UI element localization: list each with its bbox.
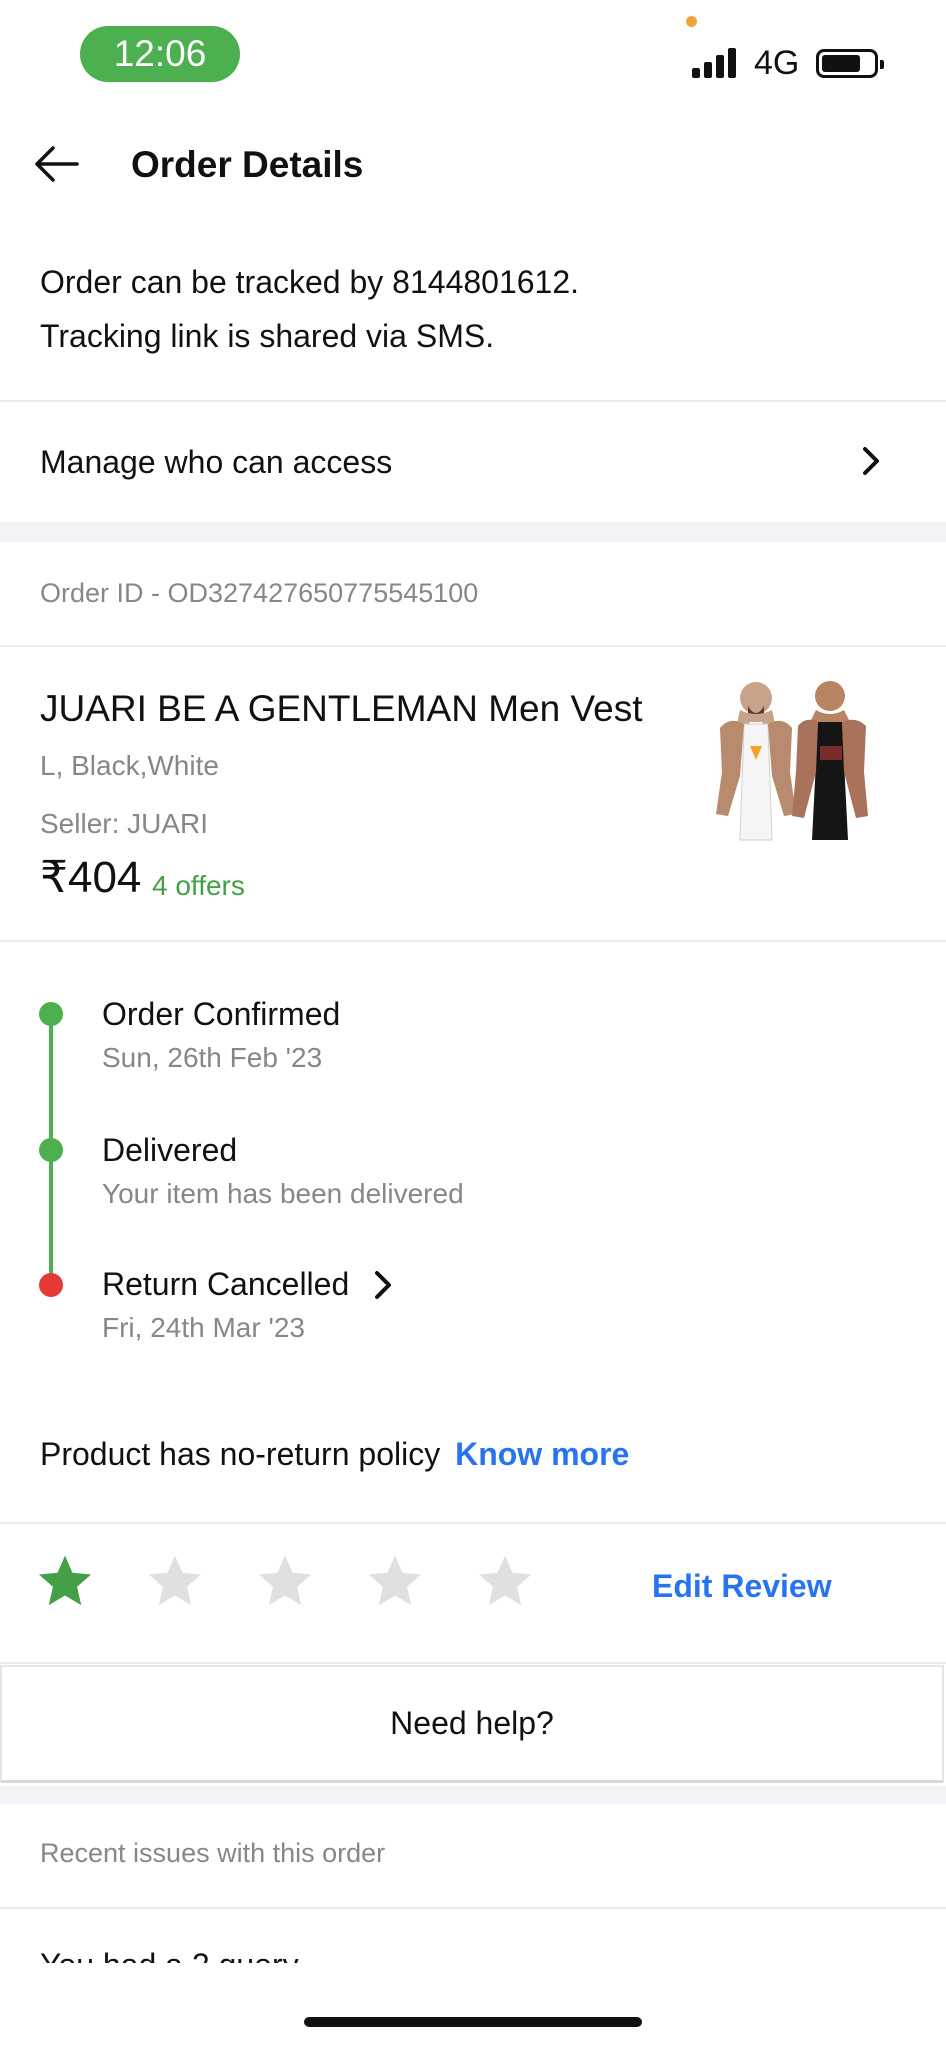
manage-access-row[interactable]: Manage who can access bbox=[0, 402, 946, 522]
product-image[interactable] bbox=[706, 676, 894, 844]
timeline-dot-delivered bbox=[39, 1138, 63, 1162]
timeline-title-return-cancelled: Return Cancelled bbox=[102, 1266, 350, 1302]
page-title: Order Details bbox=[131, 144, 364, 185]
tracking-line-1: Order can be tracked by 8144801612. bbox=[40, 264, 580, 300]
offers-link[interactable]: 4 offers bbox=[152, 870, 245, 902]
need-help-label: Need help? bbox=[390, 1705, 554, 1741]
app-header: Order Details bbox=[0, 120, 946, 215]
timeline-title-delivered: Delivered bbox=[102, 1132, 238, 1168]
star-icon[interactable] bbox=[256, 1552, 314, 1610]
know-more-link[interactable]: Know more bbox=[455, 1436, 629, 1472]
divider bbox=[0, 940, 946, 942]
network-type-label: 4G bbox=[754, 44, 800, 82]
product-name: JUARI BE A GENTLEMAN Men Vest bbox=[40, 688, 643, 729]
recent-issues-title: Recent issues with this order bbox=[40, 1838, 386, 1868]
timeline-dot-return-cancelled bbox=[39, 1273, 63, 1297]
divider bbox=[0, 1907, 946, 1909]
return-policy-text: Product has no-return policy bbox=[40, 1436, 441, 1472]
product-variant: L, Black,White bbox=[40, 750, 219, 781]
divider bbox=[0, 645, 946, 647]
recent-issue-item[interactable]: You had a 2 query with bbox=[40, 1945, 360, 1963]
status-time: 12:06 bbox=[80, 26, 240, 82]
tracking-info: Order can be tracked by 8144801612. Trac… bbox=[40, 255, 920, 363]
manage-access-label: Manage who can access bbox=[40, 443, 393, 480]
product-seller: Seller: JUARI bbox=[40, 808, 209, 839]
timeline-dot-confirmed bbox=[39, 1002, 63, 1026]
star-icon[interactable] bbox=[146, 1552, 204, 1610]
arrow-left-icon bbox=[35, 146, 79, 182]
section-separator bbox=[0, 522, 946, 542]
chevron-right-icon bbox=[863, 447, 879, 475]
product-price: ₹404 bbox=[40, 853, 142, 902]
privacy-indicator-dot bbox=[686, 16, 697, 27]
order-id: Order ID - OD327427650775545100 bbox=[40, 578, 479, 608]
battery-icon bbox=[816, 49, 884, 78]
timeline-title-confirmed: Order Confirmed bbox=[102, 996, 341, 1032]
cellular-signal-icon bbox=[692, 48, 740, 78]
tracking-line-2: Tracking link is shared via SMS. bbox=[40, 318, 495, 354]
recent-issue-text: You had a 2 query with bbox=[40, 1945, 360, 1963]
status-bar: 12:06 4G bbox=[0, 0, 946, 110]
section-separator bbox=[0, 1786, 946, 1804]
timeline-subtitle-delivered: Your item has been delivered bbox=[102, 1178, 464, 1209]
timeline-subtitle-return-cancelled: Fri, 24th Mar '23 bbox=[102, 1312, 305, 1343]
edit-review-button[interactable]: Edit Review bbox=[652, 1568, 832, 1605]
timeline-subtitle-confirmed: Sun, 26th Feb '23 bbox=[102, 1042, 323, 1073]
star-icon[interactable] bbox=[476, 1552, 534, 1610]
star-icon[interactable] bbox=[36, 1552, 94, 1610]
divider bbox=[0, 1662, 946, 1664]
return-policy: Product has no-return policy Know more bbox=[40, 1436, 629, 1473]
home-indicator[interactable] bbox=[304, 2017, 642, 2027]
star-icon[interactable] bbox=[366, 1552, 424, 1610]
back-button[interactable] bbox=[30, 138, 82, 190]
need-help-button[interactable]: Need help? bbox=[0, 1665, 944, 1783]
divider bbox=[0, 1522, 946, 1524]
chevron-right-icon bbox=[375, 1271, 391, 1299]
